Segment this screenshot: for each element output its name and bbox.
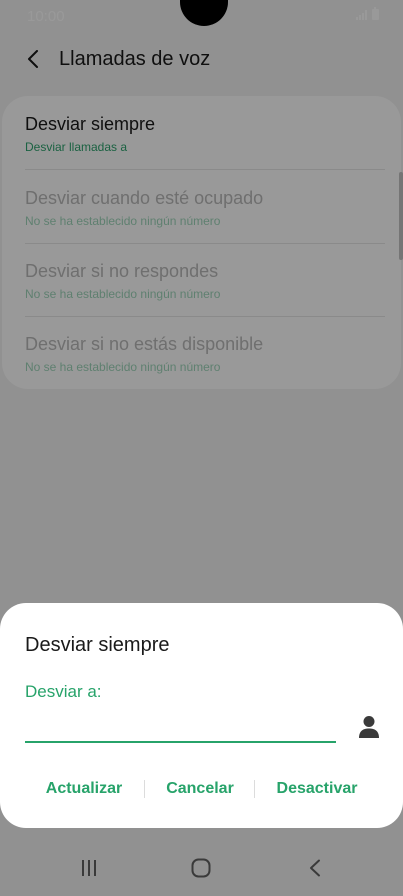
button-separator bbox=[254, 780, 255, 798]
forward-number-input[interactable] bbox=[25, 711, 336, 743]
home-icon[interactable] bbox=[191, 858, 211, 878]
forward-dialog: Desviar siempre Desviar a: Actualizar Ca… bbox=[0, 603, 403, 828]
field-label: Desviar a: bbox=[25, 682, 102, 701]
dialog-title: Desviar siempre bbox=[25, 634, 170, 656]
dialog-actions: Actualizar Cancelar Desactivar bbox=[0, 771, 403, 807]
navigation-bar bbox=[0, 845, 403, 896]
back-icon[interactable] bbox=[308, 859, 322, 877]
deactivate-button[interactable]: Desactivar bbox=[262, 771, 372, 807]
cancel-button[interactable]: Cancelar bbox=[150, 771, 250, 807]
update-button[interactable]: Actualizar bbox=[28, 771, 140, 807]
button-separator bbox=[144, 780, 145, 798]
recents-icon[interactable] bbox=[80, 859, 98, 877]
person-icon[interactable] bbox=[358, 715, 380, 739]
